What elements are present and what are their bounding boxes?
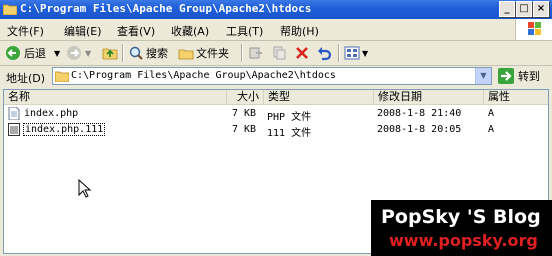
menu-bar: 文件(F) 编辑(E) 查看(V) 收藏(A) 工具(T) 帮助(H): [0, 19, 552, 41]
column-attributes[interactable]: 属性: [484, 90, 548, 104]
windows-logo: [515, 19, 552, 40]
go-label: 转到: [518, 70, 540, 83]
back-label: 后退: [24, 47, 46, 60]
file-type: 111 文件: [267, 128, 312, 139]
search-button[interactable]: 搜索: [128, 44, 168, 62]
address-dropdown-button[interactable]: ▼: [475, 68, 491, 84]
delete-x-icon: [296, 47, 308, 59]
menu-help[interactable]: 帮助(H): [280, 23, 319, 39]
column-size[interactable]: 大小: [227, 90, 264, 104]
go-button[interactable]: 转到: [498, 68, 540, 84]
close-button[interactable]: ×: [533, 1, 549, 17]
file-name: index.php: [24, 108, 79, 119]
file-row[interactable]: index.php 7 KB PHP 文件 2008-1-8 21:40 A: [4, 106, 548, 123]
forward-arrow-icon: [67, 46, 81, 60]
file-size: 7 KB: [232, 108, 257, 119]
address-value: C:\Program Files\Apache Group\Apache2\ht…: [71, 70, 336, 81]
file-modified: 2008-1-8 20:05: [377, 124, 462, 135]
undo-button[interactable]: [316, 44, 332, 62]
file-type: PHP 文件: [267, 112, 312, 123]
file-attributes: A: [488, 108, 495, 119]
back-dropdown-icon[interactable]: ▼: [54, 49, 60, 58]
file-attributes: A: [488, 124, 495, 135]
move-to-button[interactable]: [248, 44, 264, 62]
column-type[interactable]: 类型: [264, 90, 374, 104]
watermark: PopSky 'S Blog www.popsky.org: [371, 200, 552, 256]
folder-up-icon: [102, 48, 118, 60]
menu-view[interactable]: 查看(V): [117, 23, 155, 39]
go-arrow-icon: [498, 68, 514, 84]
forward-dropdown-icon[interactable]: ▼: [85, 49, 91, 58]
column-modified[interactable]: 修改日期: [374, 90, 484, 104]
file-name: index.php.111: [22, 123, 106, 136]
back-button[interactable]: 后退 ▼: [5, 44, 60, 62]
column-name[interactable]: 名称: [4, 90, 227, 104]
window-title: C:\Program Files\Apache Group\Apache2\ht…: [20, 2, 312, 15]
folder-icon: [55, 71, 69, 82]
views-grid-icon: [344, 46, 360, 60]
file-row[interactable]: index.php.111 7 KB 111 文件 2008-1-8 20:05…: [4, 122, 548, 139]
delete-button[interactable]: [294, 44, 310, 62]
title-bar[interactable]: C:\Program Files\Apache Group\Apache2\ht…: [0, 0, 552, 19]
minimize-button[interactable]: _: [499, 1, 515, 17]
menu-file[interactable]: 文件(F): [7, 23, 44, 39]
forward-button[interactable]: ▼: [66, 44, 91, 62]
windows-flag-icon: [528, 22, 541, 35]
folder-icon: [3, 4, 17, 15]
watermark-title: PopSky 'S Blog: [381, 206, 541, 228]
file-icon: [8, 123, 20, 136]
watermark-url: www.popsky.org: [389, 231, 538, 250]
menu-edit[interactable]: 编辑(E): [64, 23, 102, 39]
column-header: 名称 大小 类型 修改日期 属性: [4, 90, 548, 105]
menu-tools[interactable]: 工具(T): [226, 23, 263, 39]
up-button[interactable]: [102, 44, 118, 62]
maximize-button[interactable]: □: [516, 1, 532, 17]
copy-to-button[interactable]: [271, 44, 287, 62]
address-bar: 地址(D) C:\Program Files\Apache Group\Apac…: [0, 66, 552, 88]
address-label: 地址(D): [6, 72, 46, 85]
folders-button[interactable]: 文件夹: [178, 44, 229, 62]
back-arrow-icon: [6, 46, 20, 60]
views-dropdown-icon: ▼: [362, 48, 369, 58]
menu-favorites[interactable]: 收藏(A): [171, 23, 209, 39]
folders-label: 文件夹: [196, 47, 229, 60]
address-input[interactable]: C:\Program Files\Apache Group\Apache2\ht…: [52, 67, 492, 85]
mouse-cursor-icon: [78, 179, 92, 198]
folders-icon: [178, 49, 194, 60]
move-to-icon: [249, 47, 262, 59]
file-modified: 2008-1-8 21:40: [377, 108, 462, 119]
file-size: 7 KB: [232, 124, 257, 135]
toolbar: 后退 ▼ ▼ 搜索 文件夹 ▼: [0, 41, 552, 66]
search-label: 搜索: [146, 47, 168, 60]
views-button[interactable]: ▼: [344, 44, 368, 62]
search-icon: [129, 46, 143, 60]
copy-to-icon: [273, 46, 286, 60]
file-icon: [8, 107, 20, 120]
undo-icon: [318, 47, 332, 61]
